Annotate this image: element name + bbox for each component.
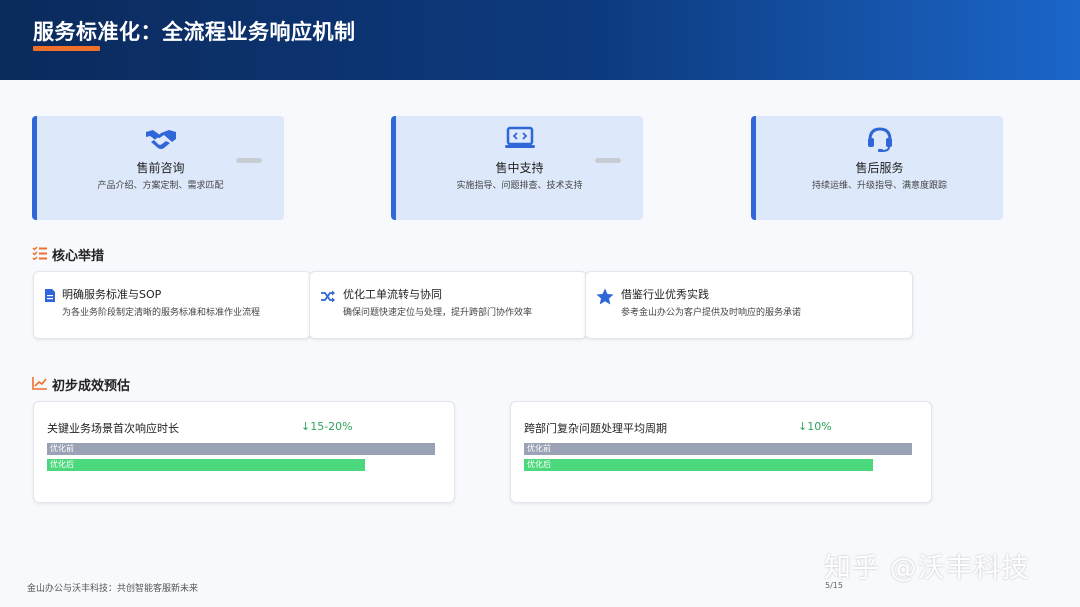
bar-before: 优化前 [524, 443, 912, 455]
stage-card-presales[interactable]: 售前咨询 产品介绍、方案定制、需求匹配 [32, 116, 284, 220]
section-title-measures: 核心举措 [32, 245, 104, 264]
measure-card-best-practice[interactable]: 借鉴行业优秀实践 参考金山办公为客户提供及时响应的服务承诺 [585, 271, 913, 339]
result-card-processing-cycle: 跨部门复杂问题处理平均周期 ↓10% 优化前 优化后 [510, 401, 932, 503]
headset-icon [756, 126, 1003, 156]
measure-desc: 确保问题快速定位与处理，提升跨部门协作效率 [343, 308, 533, 318]
result-title: 关键业务场景首次响应时长 [47, 422, 179, 435]
checklist-icon [32, 245, 48, 264]
result-change: ↓15-20% [301, 420, 353, 433]
result-card-response-time: 关键业务场景首次响应时长 ↓15-20% 优化前 优化后 [33, 401, 455, 503]
measure-title: 优化工单流转与协同 [343, 288, 442, 301]
measure-title: 借鉴行业优秀实践 [621, 288, 709, 301]
slide-header: 服务标准化：全流程业务响应机制 [0, 0, 1080, 80]
bar-after: 优化后 [524, 459, 873, 471]
section-label: 核心举措 [52, 249, 105, 264]
watermark: 知乎 @沃丰科技 [824, 553, 1030, 584]
decorative-dash [595, 158, 621, 163]
measure-card-workflow[interactable]: 优化工单流转与协同 确保问题快速定位与处理，提升跨部门协作效率 [309, 271, 587, 339]
handshake-icon [37, 126, 284, 154]
laptop-code-icon [396, 126, 643, 154]
title-underline [33, 46, 100, 51]
stage-desc: 持续运维、升级指导、满意度跟踪 [811, 181, 947, 191]
stage-desc: 产品介绍、方案定制、需求匹配 [97, 181, 224, 191]
stage-card-insales[interactable]: 售中支持 实施指导、问题排查、技术支持 [391, 116, 643, 220]
result-change: ↓10% [798, 420, 832, 433]
result-title: 跨部门复杂问题处理平均周期 [524, 422, 667, 435]
page-title: 服务标准化：全流程业务响应机制 [33, 20, 356, 44]
decorative-dash [236, 158, 262, 163]
measure-desc: 为各业务阶段制定清晰的服务标准和标准作业流程 [62, 308, 261, 318]
star-icon [596, 288, 614, 309]
bar-after: 优化后 [47, 459, 365, 471]
stage-name: 售后服务 [855, 161, 904, 175]
bar-before: 优化前 [47, 443, 435, 455]
measure-card-sop[interactable]: 明确服务标准与SOP 为各业务阶段制定清晰的服务标准和标准作业流程 [33, 271, 311, 339]
stage-card-aftersales[interactable]: 售后服务 持续运维、升级指导、满意度跟踪 [751, 116, 1003, 220]
measure-title: 明确服务标准与SOP [62, 288, 162, 301]
stage-desc: 实施指导、问题排查、技术支持 [456, 181, 583, 191]
section-label: 初步成效预估 [52, 379, 131, 394]
section-title-results: 初步成效预估 [32, 375, 130, 394]
chart-line-icon [32, 376, 48, 394]
shuffle-icon [320, 288, 336, 307]
measure-desc: 参考金山办公为客户提供及时响应的服务承诺 [621, 308, 802, 318]
document-icon [44, 288, 56, 307]
footer-text: 金山办公与沃丰科技：共创智能客服新未来 [27, 584, 199, 594]
